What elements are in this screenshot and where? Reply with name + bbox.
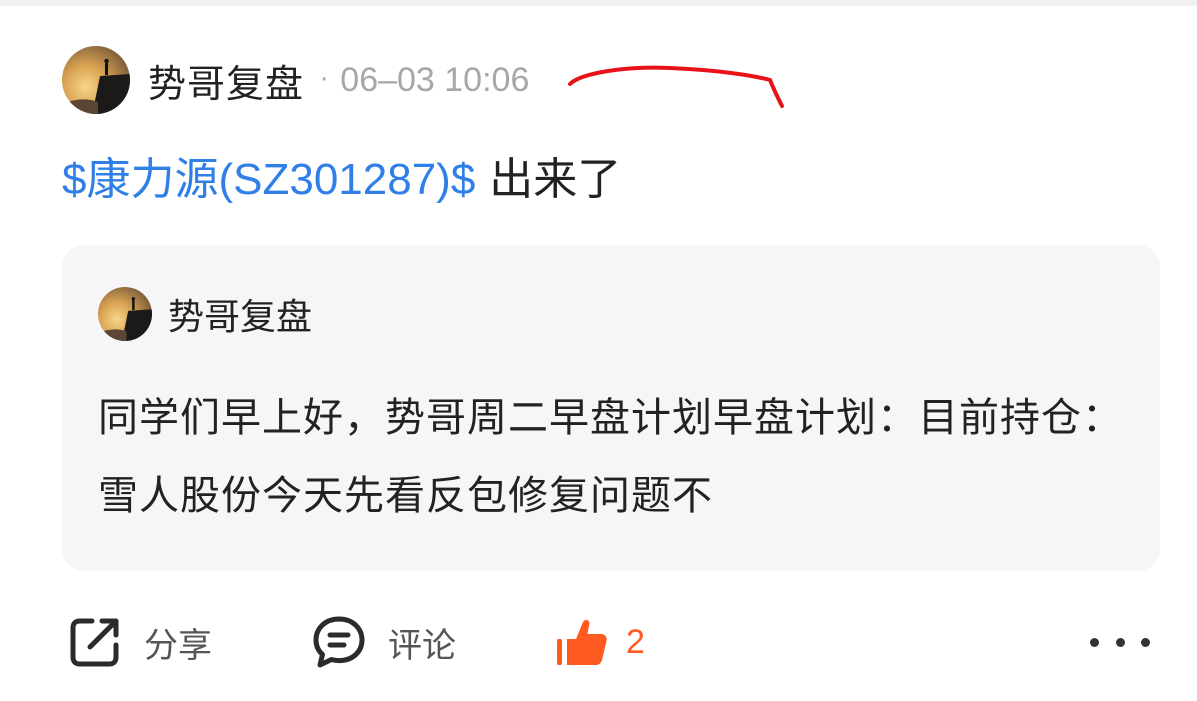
author-avatar[interactable] [62, 46, 130, 114]
quoted-post-header: 势哥复盘 [98, 287, 312, 341]
stock-link[interactable]: $康力源(SZ301287)$ [62, 155, 475, 204]
post-page: 势哥复盘 · 06–03 10:06 $康力源(SZ301287)$ 出来了 势… [0, 0, 1197, 701]
post-body: $康力源(SZ301287)$ 出来了 [62, 150, 621, 210]
more-dot [1141, 637, 1150, 647]
comment-icon [313, 616, 365, 668]
more-dot [1115, 637, 1125, 647]
avatar-image [98, 287, 152, 341]
comment-button[interactable]: 评论 [310, 604, 456, 680]
more-options-button[interactable] [1090, 624, 1150, 660]
comment-label: 评论 [388, 625, 456, 666]
red-annotation-stroke [568, 65, 784, 108]
like-count: 2 [626, 622, 645, 661]
post-text: 出来了 [475, 154, 622, 205]
like-button[interactable]: 2 [552, 604, 645, 680]
share-button[interactable]: 分享 [66, 604, 212, 680]
meta-separator: · [320, 65, 329, 95]
top-divider [0, 0, 1197, 6]
quoted-author-avatar [98, 287, 152, 341]
action-bar: 分享 评论 2 [62, 604, 1162, 680]
quoted-author-name: 势哥复盘 [168, 297, 313, 338]
share-icon [70, 618, 119, 667]
share-label: 分享 [144, 625, 212, 666]
avatar-image [62, 46, 130, 114]
more-dot [1090, 637, 1099, 647]
post-timestamp: 06–03 10:06 [340, 60, 530, 99]
post-header: 势哥复盘 · 06–03 10:06 [62, 44, 529, 116]
quoted-post-text: 同学们早上好，势哥周二早盘计划早盘计划：目前持仓：雪人股份今天先看反包修复问题不 [98, 395, 1123, 519]
author-name[interactable]: 势哥复盘 [148, 53, 304, 108]
thumbs-up-icon [557, 620, 607, 665]
quoted-post-card[interactable]: 势哥复盘 同学们早上好，势哥周二早盘计划早盘计划：目前持仓：雪人股份今天先看反包… [62, 245, 1160, 571]
